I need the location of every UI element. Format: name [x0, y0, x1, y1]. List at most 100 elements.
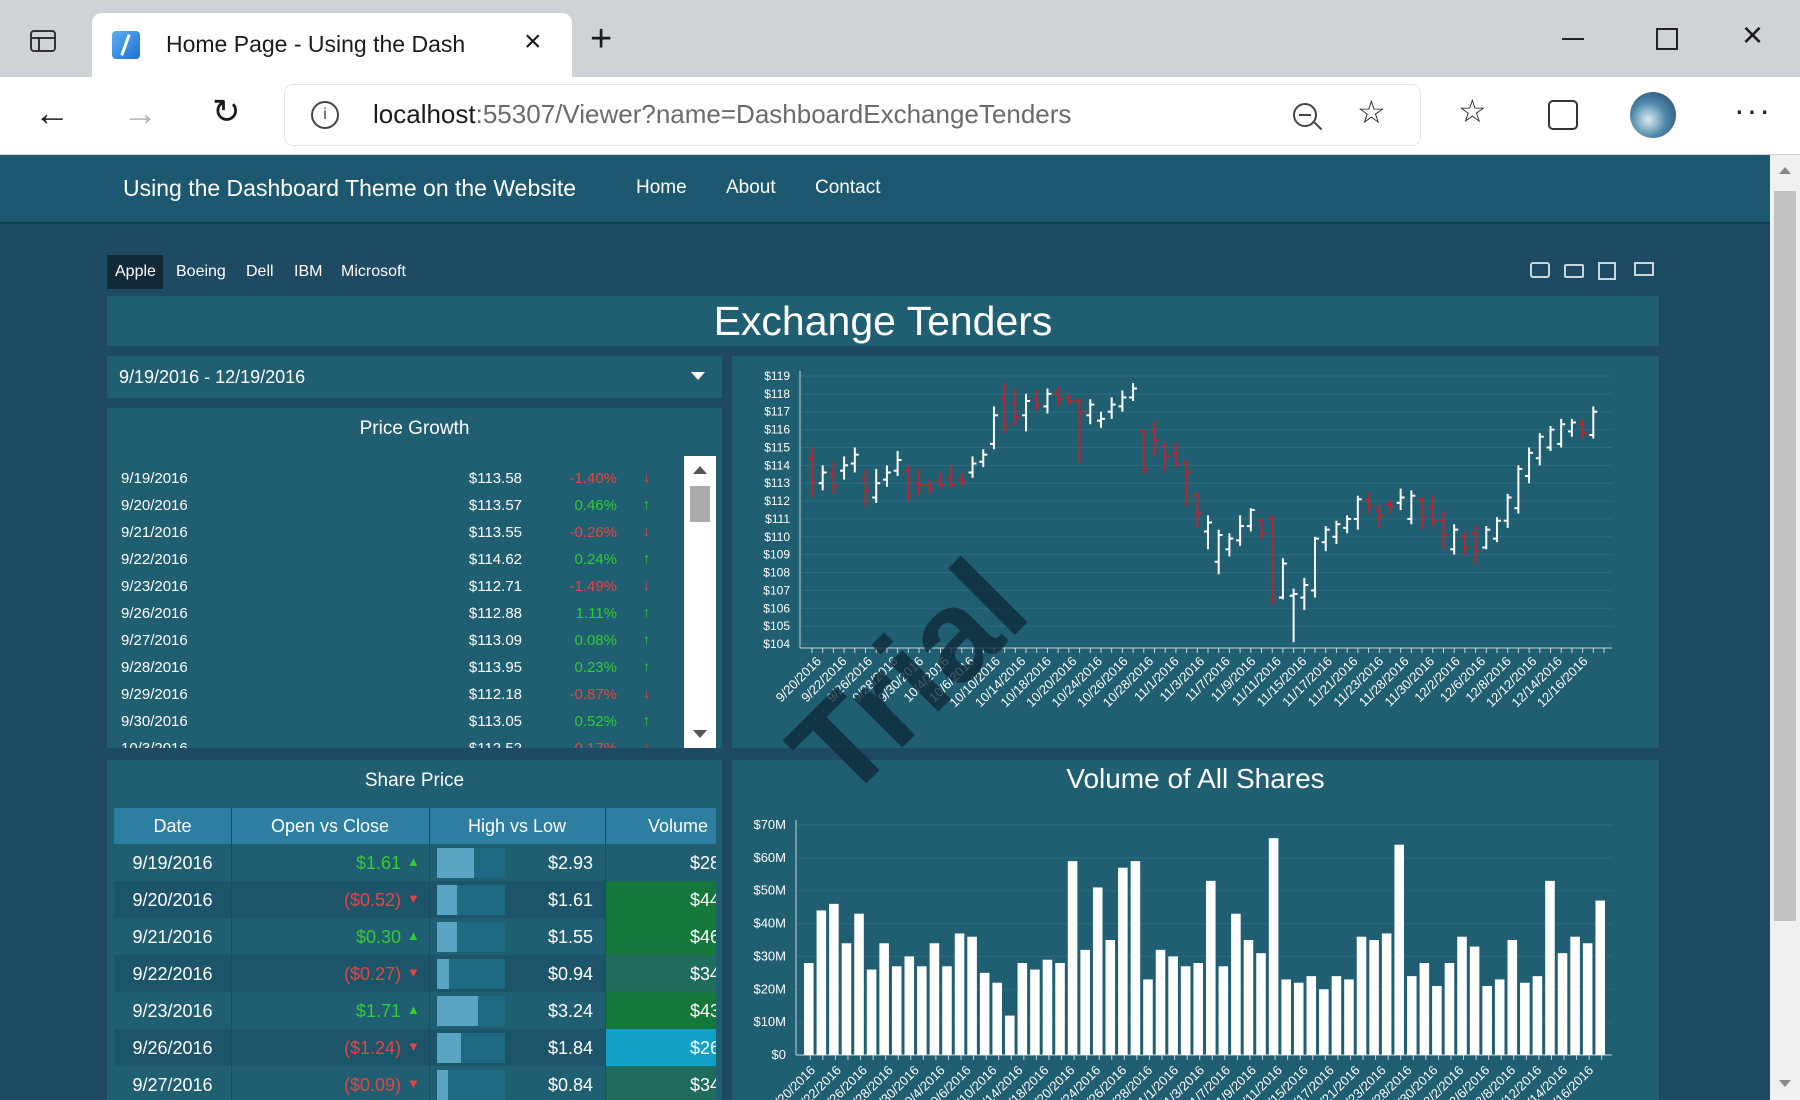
volume-chart-panel: Volume of All Shares $70M $60M $50M $40M $30…: [732, 760, 1659, 1100]
table-row[interactable]: 9/22/2016 ($0.27) ▼ $0.94 $34: [114, 955, 716, 992]
table-row[interactable]: 9/26/2016 ($1.24) ▼ $1.84 $26: [114, 1029, 716, 1066]
list-item[interactable]: 9/27/2016 $113.09 0.08% ↑: [107, 628, 682, 655]
candle: [1278, 558, 1287, 600]
nav-home-link[interactable]: Home: [636, 177, 687, 199]
scroll-up-icon[interactable]: [693, 466, 707, 474]
table-row[interactable]: 9/21/2016 $0.30 ▲ $1.55 $46: [114, 918, 716, 955]
new-tab-icon[interactable]: +: [590, 18, 612, 61]
list-item[interactable]: 10/3/2016 $112.52 -0.17% ↓: [107, 736, 682, 748]
nav-contact-link[interactable]: Contact: [815, 177, 880, 199]
table-row[interactable]: 9/20/2016 ($0.52) ▼ $1.61 $44: [114, 881, 716, 918]
candle: [1375, 504, 1384, 528]
grid-header-cell[interactable]: High vs Low: [429, 816, 605, 837]
y-tick-label: $50M: [753, 883, 786, 898]
cell-high-vs-low: $2.93: [547, 853, 593, 873]
add-favorite-icon[interactable]: ☆: [1357, 93, 1386, 131]
grid-header-cell[interactable]: Date: [114, 816, 231, 837]
open-folder-icon[interactable]: [1564, 264, 1584, 278]
column-divider: [605, 1066, 606, 1100]
scroll-down-icon[interactable]: [693, 730, 707, 738]
table-row[interactable]: 9/23/2016 $1.71 ▲ $3.24 $43: [114, 992, 716, 1029]
candle: [1289, 588, 1298, 643]
page-scrollbar[interactable]: [1770, 155, 1800, 1100]
y-tick-label: $106: [763, 601, 790, 615]
dropdown-arrow-icon[interactable]: [691, 372, 705, 380]
column-divider: [429, 918, 430, 955]
browser-tab[interactable]: Home Page - Using the Dashboa ×: [92, 13, 572, 77]
export-icon[interactable]: [1598, 262, 1616, 280]
list-item[interactable]: 9/30/2016 $113.05 0.52% ↑: [107, 709, 682, 736]
tab-dell[interactable]: Dell: [246, 263, 274, 281]
scroll-thumb[interactable]: [690, 486, 710, 522]
table-row[interactable]: 9/19/2016 $1.61 ▲ $2.93 $28: [114, 844, 716, 881]
arrow-down-icon: ↓: [643, 523, 650, 539]
grid-header-cell[interactable]: Open vs Close: [231, 816, 429, 837]
zoom-out-icon[interactable]: [1293, 103, 1323, 131]
volume-bar: [1030, 969, 1040, 1055]
volume-bar: [1369, 940, 1379, 1055]
list-item[interactable]: 9/29/2016 $112.18 -0.87% ↓: [107, 682, 682, 709]
high-low-bar-track: [437, 996, 505, 1026]
volume-bar: [954, 933, 965, 1055]
address-bar[interactable]: i localhost:55307/Viewer?name=DashboardE…: [285, 85, 1420, 145]
list-item[interactable]: 9/22/2016 $114.62 0.24% ↑: [107, 547, 682, 574]
price-growth-date: 9/26/2016: [121, 605, 188, 622]
minimize-icon[interactable]: [1562, 38, 1584, 40]
y-tick-label: $112: [764, 494, 790, 508]
close-window-icon[interactable]: ×: [1742, 14, 1763, 56]
tab-ibm[interactable]: IBM: [294, 263, 322, 281]
table-row[interactable]: 9/27/2016 ($0.09) ▼ $0.84 $34: [114, 1066, 716, 1100]
page-scroll-down-icon[interactable]: [1779, 1080, 1791, 1087]
cell-volume: $43: [605, 992, 716, 1029]
brand-link[interactable]: Using the Dashboard Theme on the Website: [123, 175, 576, 202]
candle: [1268, 515, 1277, 605]
triangle-up-icon: ▲: [407, 928, 420, 943]
date-range-filter[interactable]: 9/19/2016 - 12/19/2016: [107, 356, 722, 398]
column-divider: [231, 918, 232, 955]
favorites-icon[interactable]: ☆: [1458, 92, 1487, 130]
presentation-icon[interactable]: [1634, 262, 1654, 276]
forward-icon[interactable]: →: [122, 92, 158, 134]
column-divider: [429, 955, 430, 992]
volume-bar: [1381, 933, 1392, 1055]
list-item[interactable]: 9/23/2016 $112.71 -1.49% ↓: [107, 574, 682, 601]
list-item[interactable]: 9/20/2016 $113.57 0.46% ↑: [107, 493, 682, 520]
reload-dashboard-icon[interactable]: [1530, 262, 1550, 278]
list-item[interactable]: 9/21/2016 $113.55 -0.26% ↓: [107, 520, 682, 547]
profile-avatar[interactable]: [1630, 92, 1676, 138]
grid-header-cell[interactable]: Volume: [648, 816, 708, 837]
url-text[interactable]: localhost:55307/Viewer?name=DashboardExc…: [373, 99, 1071, 130]
column-divider: [231, 955, 232, 992]
list-item[interactable]: 9/28/2016 $113.95 0.23% ↑: [107, 655, 682, 682]
back-icon[interactable]: ←: [34, 92, 70, 134]
triangle-up-icon: ▲: [407, 854, 420, 869]
maximize-icon[interactable]: [1656, 28, 1678, 50]
column-divider: [429, 808, 430, 844]
list-item[interactable]: 9/19/2016 $113.58 -1.40% ↓: [107, 466, 682, 493]
candle: [1578, 418, 1587, 439]
volume-bar: [891, 966, 902, 1055]
cell-volume-text: $26: [690, 1038, 716, 1058]
cell-open-vs-close: $1.61: [355, 853, 401, 873]
y-tick-label: $60M: [753, 850, 786, 865]
close-tab-icon[interactable]: ×: [524, 25, 542, 59]
tab-apple[interactable]: Apple: [107, 255, 163, 289]
tab-actions-icon[interactable]: [30, 30, 56, 52]
refresh-icon[interactable]: ↻: [212, 92, 241, 132]
volume-bar: [904, 956, 915, 1055]
volume-bar: [1432, 986, 1442, 1055]
page-scroll-thumb[interactable]: [1774, 191, 1796, 921]
nav-about-link[interactable]: About: [726, 177, 776, 199]
candle: [1514, 465, 1523, 514]
tab-microsoft[interactable]: Microsoft: [341, 263, 406, 281]
tab-boeing[interactable]: Boeing: [176, 263, 226, 281]
list-item[interactable]: 9/26/2016 $112.88 1.11% ↑: [107, 601, 682, 628]
collections-icon[interactable]: [1548, 100, 1578, 130]
price-growth-scrollbar[interactable]: [684, 456, 716, 748]
price-growth-price: $113.55: [468, 524, 522, 541]
page-scroll-up-icon[interactable]: [1779, 167, 1791, 174]
site-info-icon[interactable]: i: [311, 101, 339, 129]
arrow-down-icon: ↓: [643, 577, 650, 593]
more-menu-icon[interactable]: ···: [1734, 92, 1772, 129]
column-divider: [429, 992, 430, 1029]
